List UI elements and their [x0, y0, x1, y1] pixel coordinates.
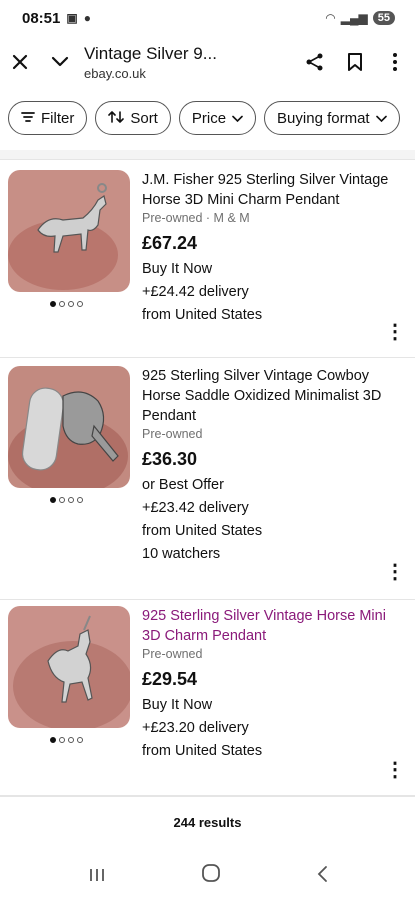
- image-carousel-dots[interactable]: [50, 497, 83, 503]
- sort-label: Sort: [130, 109, 158, 127]
- listing-price: £67.24: [142, 233, 198, 253]
- sort-button[interactable]: Sort: [95, 101, 171, 135]
- filter-label: Filter: [41, 109, 75, 127]
- listing-format: Buy It Now: [142, 697, 213, 713]
- listing-watchers: 10 watchers: [142, 546, 221, 562]
- page-title: Vintage Silver 9...: [84, 43, 217, 63]
- bookmark-icon[interactable]: [335, 42, 375, 82]
- home-icon[interactable]: [201, 863, 221, 889]
- listing-location: from United States: [142, 523, 263, 539]
- price-label: Price: [191, 109, 227, 127]
- listing-delivery: +£24.42 delivery: [142, 284, 249, 300]
- listing-condition: Pre-owned · M & M: [142, 211, 250, 225]
- screenshot-icon: ▣: [66, 11, 78, 25]
- listing-title[interactable]: 925 Sterling Silver Vintage Horse Mini 3…: [142, 606, 397, 646]
- listing-delivery: +£23.20 delivery: [142, 720, 249, 736]
- listing-item[interactable]: 925 Sterling Silver Vintage Cowboy Horse…: [0, 358, 415, 600]
- battery-indicator: 55: [372, 11, 395, 25]
- product-image[interactable]: [8, 606, 130, 728]
- listing-location: from United States: [142, 307, 263, 323]
- listing-price: £29.54: [142, 669, 198, 689]
- system-nav-bar: [0, 852, 415, 900]
- listing-delivery: +£23.42 delivery: [142, 500, 249, 516]
- listing-price: £36.30: [142, 449, 198, 469]
- results-count: 244 results: [0, 796, 415, 848]
- listing-format: or Best Offer: [142, 477, 224, 493]
- close-icon[interactable]: [0, 42, 40, 82]
- page-title-box[interactable]: Vintage Silver 9... ebay.co.uk: [80, 44, 295, 81]
- listing-title[interactable]: 925 Sterling Silver Vintage Cowboy Horse…: [142, 366, 397, 426]
- more-options-icon[interactable]: ⋮: [385, 760, 405, 780]
- recent-apps-icon[interactable]: [88, 863, 106, 889]
- listing-info: 925 Sterling Silver Vintage Horse Mini 3…: [142, 606, 397, 763]
- listing-condition: Pre-owned: [142, 427, 203, 441]
- product-image[interactable]: [8, 366, 130, 488]
- listing-condition: Pre-owned: [142, 647, 203, 661]
- filter-icon: [21, 110, 35, 126]
- page-url: ebay.co.uk: [84, 65, 146, 81]
- listing-location: from United States: [142, 743, 263, 759]
- back-icon[interactable]: [316, 863, 328, 889]
- more-options-icon[interactable]: ⋮: [385, 322, 405, 342]
- image-carousel-dots[interactable]: [50, 737, 83, 743]
- section-divider: [0, 150, 415, 160]
- buying-format-dropdown[interactable]: Buying format: [264, 101, 400, 135]
- listing-format: Buy It Now: [142, 261, 213, 277]
- listing-info: J.M. Fisher 925 Sterling Silver Vintage …: [142, 170, 397, 327]
- more-options-icon[interactable]: [375, 42, 415, 82]
- product-image[interactable]: [8, 170, 130, 292]
- browser-header: Vintage Silver 9... ebay.co.uk: [0, 36, 415, 88]
- filter-button[interactable]: Filter: [8, 101, 88, 135]
- chevron-down-icon: [232, 110, 243, 126]
- listing-item[interactable]: 925 Sterling Silver Vintage Horse Mini 3…: [0, 600, 415, 796]
- buying-format-label: Buying format: [277, 109, 370, 127]
- filter-chip-bar: Filter Sort Price Buying format: [0, 94, 415, 142]
- signal-icon: ▂▄▆: [340, 11, 368, 25]
- listing-title[interactable]: J.M. Fisher 925 Sterling Silver Vintage …: [142, 170, 397, 210]
- more-options-icon[interactable]: ⋮: [385, 562, 405, 582]
- listing-item[interactable]: J.M. Fisher 925 Sterling Silver Vintage …: [0, 160, 415, 358]
- share-icon[interactable]: [295, 42, 335, 82]
- messenger-icon: ●: [83, 11, 91, 25]
- listing-info: 925 Sterling Silver Vintage Cowboy Horse…: [142, 366, 397, 566]
- chevron-down-icon: [375, 110, 387, 126]
- status-bar: 08:51 ▣ ● ◠ ▂▄▆ 55: [0, 0, 415, 36]
- sort-icon: [108, 110, 125, 127]
- wifi-icon: ◠: [325, 11, 336, 25]
- image-carousel-dots[interactable]: [50, 301, 83, 307]
- status-time: 08:51: [22, 9, 61, 27]
- price-dropdown[interactable]: Price: [178, 101, 257, 135]
- chevron-down-icon[interactable]: [40, 42, 80, 82]
